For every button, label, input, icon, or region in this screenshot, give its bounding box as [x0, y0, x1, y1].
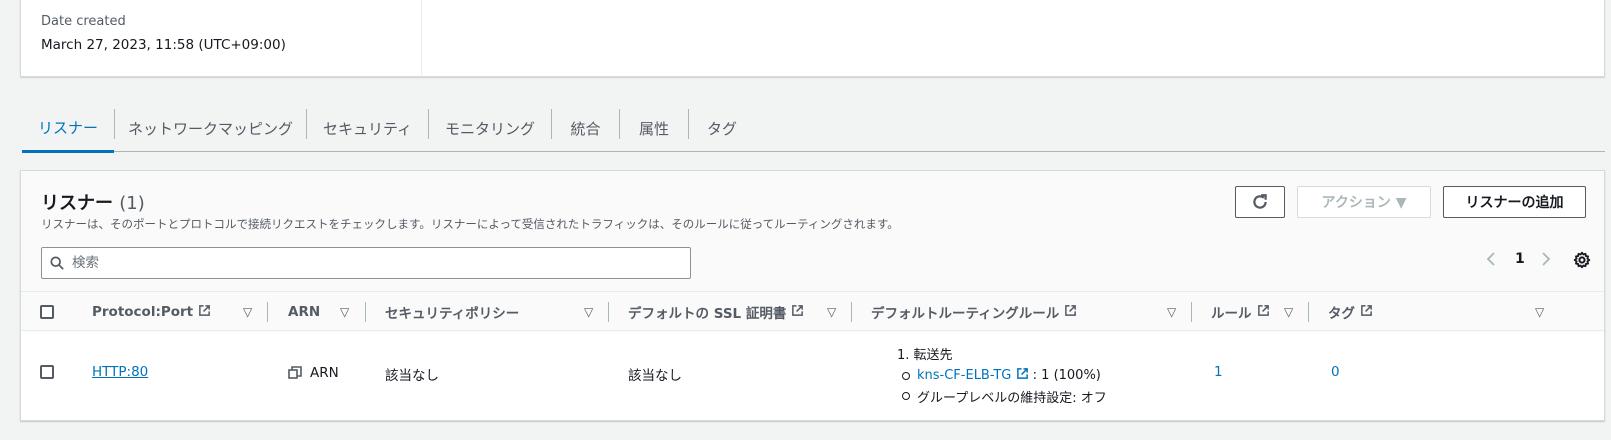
page-number[interactable]: 1 [1515, 251, 1525, 267]
arn-label: ARN [310, 365, 339, 381]
external-link-icon [1257, 304, 1270, 321]
sort-icon[interactable]: ▽ [1284, 305, 1293, 319]
search-input[interactable] [72, 255, 632, 271]
select-all-checkbox[interactable] [40, 305, 54, 319]
tags-count-link[interactable]: 0 [1331, 364, 1340, 380]
listener-count: (1) [119, 193, 145, 214]
column-separator [1308, 302, 1309, 322]
sort-icon[interactable]: ▽ [584, 305, 593, 319]
chevron-right-icon [1542, 252, 1551, 266]
column-label: ルール [1211, 306, 1252, 322]
add-listener-button[interactable]: リスナーの追加 [1443, 186, 1586, 218]
arn-copy-button[interactable]: ARN [288, 365, 339, 381]
external-link-icon [1360, 304, 1373, 321]
date-created-value: March 27, 2023, 11:58 (UTC+09:00) [41, 37, 286, 53]
next-page-button[interactable] [1541, 251, 1551, 267]
table-row: HTTP:80 ARN 該当なし 該当なし 1. 転送先 kns-CF-ELB-… [21, 332, 1604, 420]
column-separator [608, 302, 609, 322]
column-arn[interactable]: ARN [288, 292, 320, 332]
refresh-button[interactable] [1235, 186, 1285, 218]
search-field[interactable] [41, 247, 691, 279]
table-header: Protocol:Port ▽ ARN ▽ セキュリティポリシー ▽ デフォルト… [21, 291, 1604, 331]
tab-bar: リスナー ネットワークマッピング セキュリティ モニタリング 統合 属性 タグ [22, 104, 1605, 153]
sort-icon[interactable]: ▽ [827, 305, 836, 319]
tab-tags[interactable]: タグ [689, 104, 755, 152]
external-link-icon [1064, 304, 1077, 321]
sort-icon[interactable]: ▽ [1535, 305, 1544, 319]
column-separator [267, 302, 268, 322]
refresh-icon [1253, 194, 1267, 209]
gear-icon [1573, 251, 1591, 269]
panel-description: リスナーは、そのポートとプロトコルで接続リクエストをチェックします。リスナーによ… [41, 217, 899, 231]
column-default-routing-rule[interactable]: デフォルトルーティングルール [871, 292, 1077, 332]
column-separator [365, 302, 366, 322]
column-label: タグ [1328, 306, 1355, 322]
protocol-port-link[interactable]: HTTP:80 [92, 364, 148, 380]
previous-page-button[interactable] [1486, 251, 1496, 267]
row-checkbox[interactable] [40, 365, 54, 379]
column-protocol-port[interactable]: Protocol:Port [92, 292, 211, 332]
listeners-panel: リスナー (1) リスナーは、そのポートとプロトコルで接続リクエストをチェックし… [20, 170, 1605, 421]
sort-icon[interactable]: ▽ [243, 305, 252, 319]
sort-icon[interactable]: ▽ [1167, 305, 1176, 319]
panel-title: リスナー (1) [41, 189, 145, 215]
search-icon [50, 256, 64, 270]
column-separator [1191, 302, 1192, 322]
stickiness-item: グループレベルの維持設定: オフ [897, 387, 1107, 406]
external-link-icon[interactable] [1016, 368, 1033, 383]
column-separator [851, 302, 852, 322]
tab-attributes[interactable]: 属性 [620, 104, 688, 152]
ssl-cert-value: 該当なし [628, 368, 682, 384]
sort-icon[interactable]: ▽ [340, 305, 349, 319]
target-group-item: kns-CF-ELB-TG : 1 (100%) [897, 367, 1107, 383]
target-weight: : 1 (100%) [1032, 368, 1101, 383]
routing-rule-list: 1. 転送先 kns-CF-ELB-TG : 1 (100%) グループレベルの… [897, 344, 1107, 406]
column-label: Protocol:Port [92, 304, 194, 320]
target-group-link[interactable]: kns-CF-ELB-TG [917, 368, 1011, 383]
external-link-icon [198, 304, 211, 321]
panel-title-text: リスナー [41, 193, 113, 214]
copy-icon [288, 366, 302, 379]
column-security-policy[interactable]: セキュリティポリシー [385, 292, 519, 332]
column-default-ssl-cert[interactable]: デフォルトの SSL 証明書 [628, 292, 804, 332]
date-created-label: Date created [41, 14, 126, 29]
tab-integration[interactable]: 統合 [552, 104, 619, 152]
external-link-icon [791, 304, 804, 321]
tab-security[interactable]: セキュリティ [307, 104, 428, 152]
chevron-left-icon [1486, 252, 1495, 266]
details-column: Date created March 27, 2023, 11:58 (UTC+… [21, 0, 422, 77]
column-rules[interactable]: ルール [1211, 292, 1270, 332]
preferences-button[interactable] [1573, 251, 1591, 273]
tab-monitoring[interactable]: モニタリング [429, 104, 551, 152]
tab-network-mapping[interactable]: ネットワークマッピング [115, 104, 306, 152]
details-card: Date created March 27, 2023, 11:58 (UTC+… [20, 0, 1605, 77]
routing-rule-heading: 1. 転送先 [897, 348, 953, 363]
column-label: デフォルトルーティングルール [871, 306, 1060, 322]
column-label: デフォルトの SSL 証明書 [628, 306, 787, 322]
column-tags[interactable]: タグ [1328, 292, 1373, 332]
tab-listeners[interactable]: リスナー [22, 104, 114, 153]
rules-count-link[interactable]: 1 [1214, 364, 1223, 380]
security-policy-value: 該当なし [385, 368, 439, 384]
actions-button[interactable]: アクション ▼ [1297, 186, 1431, 218]
